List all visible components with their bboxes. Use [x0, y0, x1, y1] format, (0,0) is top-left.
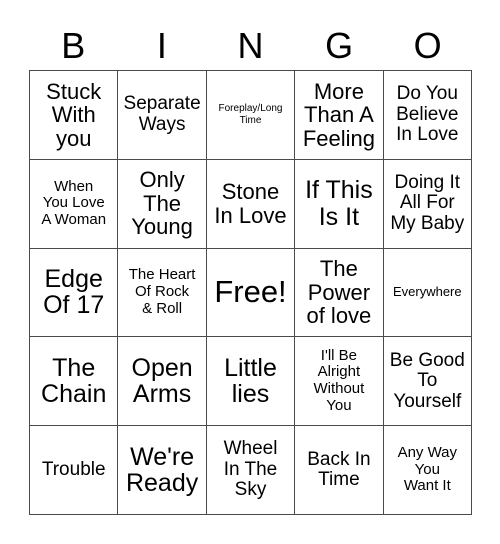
- bingo-cell-r2c2[interactable]: Only The Young: [118, 159, 207, 249]
- bingo-cell-r1c5[interactable]: Do You Believe In Love: [383, 71, 472, 160]
- bingo-cell-label: Trouble: [41, 458, 106, 480]
- bingo-cell-label: Do You Believe In Love: [396, 83, 459, 146]
- bingo-cell-r5c4[interactable]: Back In Time: [295, 426, 384, 515]
- bingo-cell-label: Any Way You Want It: [397, 443, 458, 495]
- bingo-cell-label: Back In Time: [307, 448, 371, 491]
- bingo-cell-r2c5[interactable]: Doing It All For My Baby: [383, 159, 472, 249]
- bingo-cell-r4c3[interactable]: Little lies: [206, 337, 296, 427]
- bingo-header-letter-i: I: [156, 25, 167, 66]
- bingo-cell-r2c4[interactable]: If This Is It: [295, 159, 384, 249]
- bingo-cell-label: Stone In Love: [214, 179, 287, 228]
- bingo-cell-r2c3[interactable]: Stone In Love: [206, 159, 296, 249]
- bingo-cell-r1c1[interactable]: Stuck With you: [30, 71, 119, 160]
- bingo-cell-r4c4[interactable]: I'll Be Alright Without You: [295, 337, 384, 427]
- bingo-header-letter-b: B: [61, 25, 86, 66]
- bingo-cell-label: Stuck With you: [46, 78, 102, 151]
- bingo-cell-r3c2[interactable]: The Heart Of Rock & Roll: [118, 248, 207, 338]
- bingo-cell-label: More Than A Feeling: [302, 78, 375, 151]
- bingo-cell-label: Separate Ways: [123, 93, 201, 135]
- bingo-cell-r1c2[interactable]: Separate Ways: [118, 71, 207, 160]
- bingo-cell-r5c3[interactable]: Wheel In The Sky: [206, 426, 296, 515]
- bingo-cell-label: Everywhere: [392, 284, 462, 300]
- bingo-cell-free-space[interactable]: Free!: [206, 248, 296, 338]
- bingo-cell-label: If This Is It: [305, 176, 373, 231]
- bingo-cell-r3c5[interactable]: Everywhere: [383, 248, 472, 338]
- bingo-header-letter-g: G: [325, 25, 354, 66]
- bingo-cell-r1c4[interactable]: More Than A Feeling: [295, 71, 384, 160]
- bingo-cell-r1c3[interactable]: Foreplay/Long Time: [206, 71, 296, 160]
- bingo-cell-label: Little lies: [224, 353, 277, 409]
- bingo-cell-r4c2[interactable]: Open Arms: [118, 337, 207, 427]
- bingo-header-row: B I N G O: [29, 22, 472, 70]
- bingo-cell-label: The Power of love: [306, 256, 372, 329]
- bingo-cell-label: Free!: [214, 274, 287, 310]
- bingo-header-letter-n: N: [237, 25, 264, 66]
- bingo-cell-r4c5[interactable]: Be Good To Yourself: [383, 337, 472, 427]
- bingo-cell-label: Wheel In The Sky: [223, 438, 278, 501]
- bingo-card: B I N G O Stuck With you Separate Ways F…: [0, 0, 500, 544]
- bingo-cell-r4c1[interactable]: The Chain: [30, 337, 119, 427]
- bingo-cell-label: The Chain: [41, 353, 107, 409]
- bingo-cell-label: We're Ready: [125, 442, 199, 498]
- bingo-cell-label: Edge Of 17: [43, 264, 105, 320]
- bingo-cell-r5c2[interactable]: We're Ready: [118, 426, 207, 515]
- bingo-cell-r3c4[interactable]: The Power of love: [295, 248, 384, 338]
- bingo-cell-label: Open Arms: [131, 353, 193, 409]
- bingo-cell-label: When You Love A Woman: [41, 177, 107, 229]
- bingo-cell-label: The Heart Of Rock & Roll: [128, 266, 196, 317]
- bingo-cell-label: Only The Young: [131, 167, 193, 240]
- bingo-cell-label: Doing It All For My Baby: [390, 171, 465, 234]
- bingo-cell-r3c1[interactable]: Edge Of 17: [30, 248, 119, 338]
- bingo-cell-label: Foreplay/Long Time: [218, 103, 283, 126]
- bingo-cell-label: Be Good To Yourself: [389, 349, 465, 412]
- bingo-cell-r2c1[interactable]: When You Love A Woman: [30, 159, 119, 249]
- bingo-cell-r5c1[interactable]: Trouble: [30, 426, 119, 515]
- bingo-header-letter-o: O: [413, 25, 442, 66]
- bingo-cell-r5c5[interactable]: Any Way You Want It: [383, 426, 472, 515]
- bingo-grid: Stuck With you Separate Ways Foreplay/Lo…: [29, 70, 472, 515]
- bingo-cell-label: I'll Be Alright Without You: [313, 346, 365, 415]
